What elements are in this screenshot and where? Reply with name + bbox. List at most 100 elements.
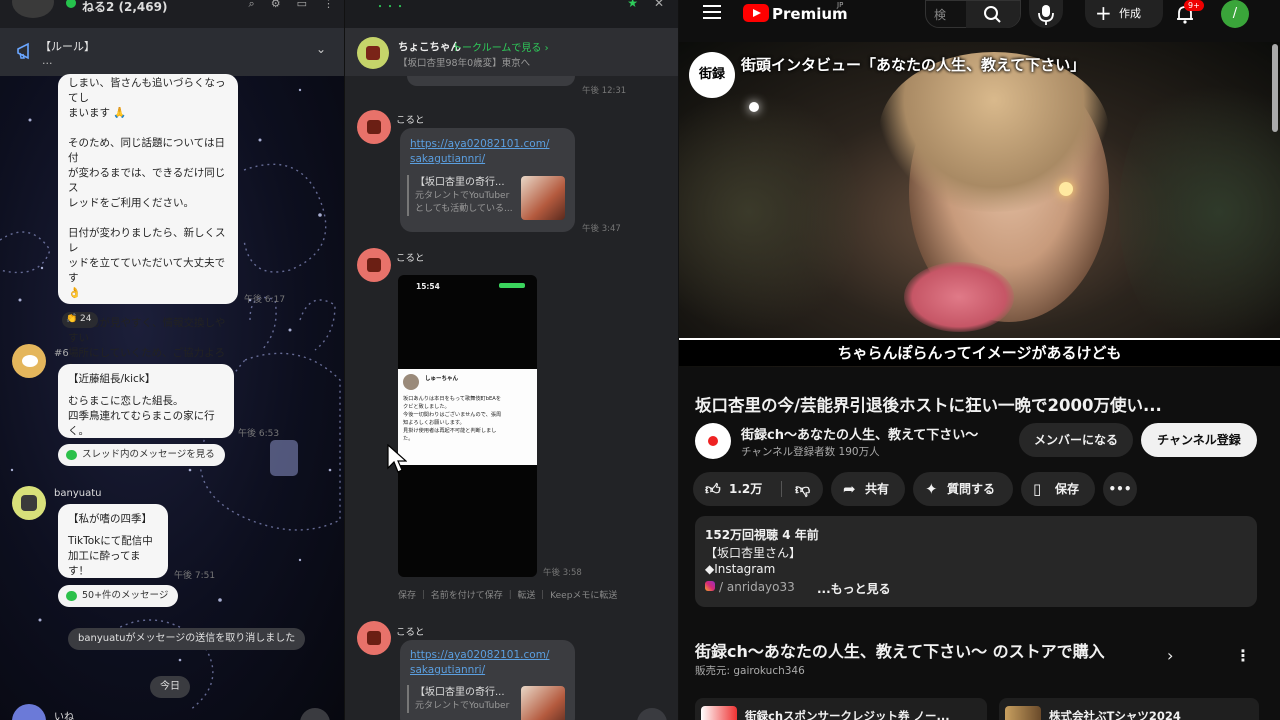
product-image (701, 706, 737, 720)
user-name[interactable]: banyuatu (54, 488, 101, 499)
search-box[interactable]: 検 (925, 0, 1021, 28)
close-icon[interactable]: ✕ (654, 0, 664, 10)
chat-icon (66, 450, 77, 460)
user-avatar[interactable] (12, 344, 46, 378)
text-line (68, 387, 224, 394)
sender-avatar[interactable] (357, 621, 391, 655)
create-button[interactable]: + 作成 (1085, 0, 1163, 28)
reaction-icon: 👏 (66, 314, 78, 324)
community-chat-panel: ねる2 (2,469) ⌕ ⚙ ▭ ⋮ 【ルール】 ... ⌄ しまい、皆さんも… (0, 0, 344, 720)
instagram-link[interactable]: / anridayo33 (705, 580, 795, 594)
like-dislike-group: 👍︎ 1.2万 👎︎ (693, 472, 823, 506)
open-talk-room-label: トークルームで見る (452, 43, 542, 54)
video-subtitle: ちゃらんぽらんってイメージがあるけども (679, 338, 1280, 366)
talk-top-bar: ・・・ ★ ✕ (345, 0, 678, 28)
store-product[interactable]: 街録chスポンサークレジット券 ノー... (695, 698, 987, 720)
video-caption-top: 街頭インタビュー「あなたの人生、教えて下さい」 (741, 56, 1086, 74)
reaction-chip[interactable]: 👏 24 (62, 312, 98, 328)
scroll-down-button[interactable] (637, 708, 667, 720)
more-icon[interactable]: ⋮ (323, 0, 334, 11)
announcement-preview: ... (42, 54, 53, 67)
user-avatar[interactable] (12, 704, 46, 720)
user-name[interactable]: いね (54, 708, 74, 720)
previous-message-bubble (407, 76, 575, 86)
megaphone-icon (17, 42, 29, 60)
share-icon: ➦ (843, 480, 856, 498)
text-line: 知よろしくお願いします。 (403, 420, 465, 426)
description-box[interactable]: 152万回視聴 4 年前 【坂口杏里さん】 ◆Instagram / anrid… (695, 516, 1257, 607)
create-label: 作成 (1119, 7, 1141, 20)
hair (879, 52, 1109, 212)
bookmark-icon[interactable]: ★ (627, 0, 638, 10)
open-talk-room-link[interactable]: トークルームで見る › (452, 39, 549, 54)
join-button[interactable]: メンバーになる (1019, 423, 1133, 457)
share-button[interactable]: ➦ 共有 (831, 472, 905, 506)
thread-messages-button[interactable]: 50+件のメッセージ (58, 585, 179, 607)
post-bubble: 【私が嗜の四季】 TikTokにて配信中 加工に酔ってます！ (58, 504, 168, 578)
link-preview-card[interactable]: 【坂口杏里の奇行... 元タレントでYouTuber としても活動している... (407, 175, 519, 216)
text-line: まいます 🙏 (68, 107, 127, 119)
text-line: 今後一切関わりはございませんので、張周 (403, 412, 502, 418)
dislike-icon[interactable]: 👎︎ (795, 472, 810, 506)
image-actions[interactable]: 保存 ｜ 名前を付けて保存 ｜ 転送 ｜ Keepメモに転送 (398, 588, 617, 601)
text-line: 日付が変わりましたら、新しくスレ (68, 227, 226, 254)
sender-avatar[interactable] (357, 248, 391, 282)
account-avatar[interactable]: / (1221, 0, 1249, 28)
text-line: そのため、同じ話題については日付 (68, 137, 225, 164)
tweet-text: 坂口あんりは本日をもって歌舞伎町bEAを クビと致しました。 今後一切関わりはござい… (403, 395, 533, 443)
menu-icon[interactable] (703, 5, 721, 19)
room-bar[interactable]: ちょこちゃん トークルームで見る › 【坂口杏里98年0歳変】東京へ (345, 28, 678, 76)
channel-name[interactable]: 街録ch〜あなたの人生、教えて下さい〜 (741, 424, 978, 443)
youtube-logo-icon[interactable] (743, 4, 769, 22)
like-count[interactable]: 1.2万 (729, 472, 762, 506)
background-foliage (1119, 62, 1280, 362)
ask-button[interactable]: ✦ 質問する (913, 472, 1013, 506)
show-more-link[interactable]: ...もっと見る (817, 580, 891, 597)
text-line: 【私が嗜の四季】 (68, 513, 152, 525)
chevron-right-icon[interactable]: › (1167, 646, 1173, 665)
sender-avatar[interactable] (357, 110, 391, 144)
announcement-bar[interactable]: 【ルール】 ... ⌄ (0, 28, 344, 76)
phone-status-icons (499, 283, 525, 288)
street-light (1059, 182, 1073, 196)
screenshot-image[interactable]: 15:54 しゅーちゃん 坂口あんりは本日をもって歌舞伎町bEAを クビと致しまし… (398, 275, 537, 577)
community-title: ねる2 (2,469) (82, 0, 168, 14)
community-avatar[interactable] (12, 0, 54, 18)
text-line (68, 527, 158, 534)
channel-avatar[interactable] (695, 423, 731, 459)
settings-icon[interactable]: ⚙ (271, 0, 281, 11)
message-link[interactable]: https://aya02082101.com/sakagutiannri/ (410, 648, 549, 678)
thread-messages-button[interactable]: スレッド内のメッセージを見る (58, 444, 225, 466)
link-preview-card[interactable]: 【坂口杏里の奇行... 元タレントでYouTuber (407, 685, 519, 713)
message-link[interactable]: https://aya02082101.com/sakagutiannri/ (410, 137, 549, 167)
chevron-down-icon[interactable]: ⌄ (316, 42, 326, 56)
text-line: クビと致しました。 (403, 404, 450, 410)
character-icon (21, 495, 37, 511)
link-preview-thumbnail (521, 176, 565, 220)
user-avatar[interactable] (12, 486, 46, 520)
search-button[interactable] (966, 1, 1020, 28)
like-icon[interactable]: 👍︎ (705, 472, 721, 506)
reaction-count: 24 (80, 314, 92, 324)
subscribe-button[interactable]: チャンネル登録 (1141, 423, 1257, 457)
description-line: ◆Instagram (705, 562, 776, 576)
store-product[interactable]: 株式会社ぶTシャツ2024 (999, 698, 1259, 720)
notes-icon[interactable]: ▭ (297, 0, 307, 11)
scrollbar[interactable] (1272, 44, 1278, 132)
text-line (68, 211, 228, 226)
scroll-down-button[interactable] (300, 708, 330, 720)
video-player[interactable]: 街録 街頭インタビュー「あなたの人生、教えて下さい」 ちゃらんぽらんってイメージ… (679, 42, 1280, 367)
talk-panel: ・・・ ★ ✕ ちょこちゃん トークルームで見る › 【坂口杏里98年0歳変】東… (345, 0, 678, 720)
voice-search-button[interactable] (1029, 0, 1063, 28)
search-icon[interactable]: ⌕ (249, 0, 255, 11)
save-button[interactable]: ▯ 保存 (1021, 472, 1095, 506)
search-input[interactable]: 検 (934, 6, 946, 23)
text-line: が変わるまでは、できるだけ同じス (68, 167, 226, 194)
text-line (68, 121, 228, 136)
online-dot-icon (66, 0, 76, 8)
sender-name: こると (396, 253, 425, 264)
more-vert-icon[interactable]: ⋮ (1235, 646, 1251, 665)
more-actions-button[interactable]: ••• (1103, 472, 1137, 506)
youtube-panel: Premium JP 検 + 作成 9+ / 街録 街頭インタビュー「あなたの人… (679, 0, 1280, 720)
bird-icon (22, 355, 38, 367)
